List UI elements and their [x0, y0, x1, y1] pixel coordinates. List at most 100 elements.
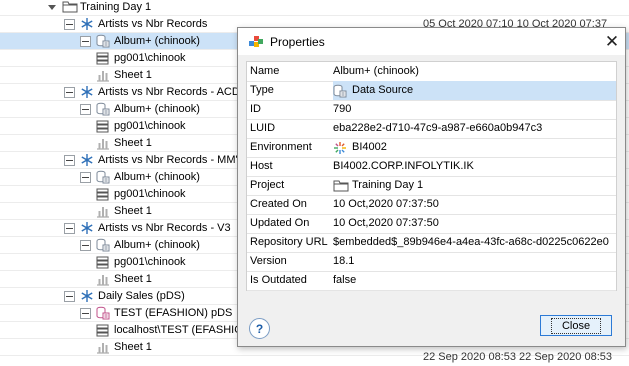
tree-row[interactable]: Training Day 1	[0, 0, 629, 16]
snowflake-icon	[80, 289, 94, 303]
property-key: Type	[250, 84, 274, 96]
tree-row-dates: 22 Sep 2020 08:53 22 Sep 2020 08:53	[423, 351, 613, 363]
tree-row-label: localhost\TEST (EFASHION)	[114, 323, 255, 336]
tree-row-label: Artists vs Nbr Records - V3	[98, 221, 231, 234]
folder-icon	[333, 179, 349, 193]
properties-app-icon	[248, 34, 264, 50]
property-row[interactable]: LUID eba228e2-d710-47c9-a987-e660a0b947c3	[247, 119, 616, 139]
tree-row-label: Sheet 1	[114, 340, 152, 353]
tree-row-label: Training Day 1	[80, 0, 152, 13]
sheet-icon	[96, 204, 110, 218]
datasource-icon	[333, 84, 347, 98]
collapse-toggle-icon[interactable]	[64, 222, 75, 234]
property-value: 10 Oct,2020 07:37:50	[333, 195, 616, 214]
tree-row-label: Sheet 1	[114, 136, 152, 149]
property-value: Album+ (chinook)	[333, 62, 616, 81]
property-key: Repository URL	[250, 236, 328, 248]
datasource-icon	[96, 170, 110, 184]
dialog-titlebar[interactable]: Properties ✕	[238, 28, 625, 55]
property-value-text: 790	[333, 103, 352, 115]
property-value: 790	[333, 100, 616, 119]
property-value-text: 18.1	[333, 255, 355, 267]
property-row[interactable]: Is Outdated false	[247, 271, 616, 291]
property-value: BI4002	[333, 138, 616, 157]
tree-row-label: pg001\chinook	[114, 255, 186, 268]
tree-row-label: Sheet 1	[114, 204, 152, 217]
help-button[interactable]: ?	[249, 318, 270, 339]
collapse-toggle-icon[interactable]	[80, 35, 91, 47]
property-row[interactable]: Type Data Source	[247, 81, 616, 101]
collapse-toggle-icon[interactable]	[64, 290, 75, 302]
property-row[interactable]: Host BI4002.CORP.INFOLYTIK.IK	[247, 157, 616, 177]
property-value: Data Source	[333, 81, 616, 100]
environment-icon	[333, 141, 347, 155]
property-value-text: Training Day 1	[352, 179, 424, 191]
property-row[interactable]: Project Training Day 1	[247, 176, 616, 196]
collapse-toggle-icon[interactable]	[80, 171, 91, 183]
collapse-toggle-icon[interactable]	[80, 239, 91, 251]
sheet-icon	[96, 68, 110, 82]
property-value: BI4002.CORP.INFOLYTIK.IK	[333, 157, 616, 176]
datasource-icon	[96, 102, 110, 116]
datasource-icon	[96, 34, 110, 48]
property-value: 10 Oct,2020 07:37:50	[333, 214, 616, 233]
sheet-icon	[96, 272, 110, 286]
property-key: LUID	[250, 122, 276, 134]
collapse-toggle-icon[interactable]	[64, 18, 75, 30]
collapse-toggle-icon[interactable]	[80, 103, 91, 115]
folder-icon	[62, 0, 78, 14]
tree-row-label: Sheet 1	[114, 68, 152, 81]
tree-row-label: Album+ (chinook)	[114, 238, 200, 251]
sheet-icon	[96, 136, 110, 150]
expand-arrow-icon[interactable]	[48, 4, 56, 10]
tree-row-label: TEST (EFASHION) pDS	[114, 306, 233, 319]
close-icon[interactable]: ✕	[599, 28, 625, 55]
property-value: Training Day 1	[333, 176, 616, 195]
datasource-pink-icon	[96, 306, 110, 320]
tree-row-label: Artists vs Nbr Records - ACDC	[98, 85, 248, 98]
collapse-toggle-icon[interactable]	[80, 307, 91, 319]
close-button-label: Close	[550, 317, 602, 334]
close-button[interactable]: Close	[540, 315, 612, 336]
sheet-icon	[96, 340, 110, 354]
property-key: Environment	[250, 141, 312, 153]
property-value: false	[333, 271, 616, 290]
property-value: eba228e2-d710-47c9-a987-e660a0b947c3	[333, 119, 616, 138]
property-row[interactable]: Repository URL $embedded$_89b946e4-a4ea-4…	[247, 233, 616, 253]
property-row[interactable]: Version 18.1	[247, 252, 616, 272]
server-icon	[96, 323, 110, 337]
tree-row-label: Sheet 1	[114, 272, 152, 285]
property-value-text: Data Source	[352, 84, 414, 96]
property-key: Version	[250, 255, 287, 267]
tree-row-label: Artists vs Nbr Records	[98, 17, 208, 30]
property-row[interactable]: Created On 10 Oct,2020 07:37:50	[247, 195, 616, 215]
snowflake-icon	[80, 17, 94, 31]
snowflake-icon	[80, 85, 94, 99]
tree-row-label: pg001\chinook	[114, 51, 186, 64]
property-value-text: 10 Oct,2020 07:37:50	[333, 217, 439, 229]
properties-table: Name Album+ (chinook) Type Data Source ID 790…	[246, 61, 617, 291]
property-row[interactable]: Environment BI4002	[247, 138, 616, 158]
tree-row-label: Album+ (chinook)	[114, 102, 200, 115]
datasource-icon	[96, 238, 110, 252]
tree-row-label: Album+ (chinook)	[114, 170, 200, 183]
property-key: ID	[250, 103, 261, 115]
tree-row-label: pg001\chinook	[114, 119, 186, 132]
snowflake-icon	[80, 153, 94, 167]
property-value: $embedded$_89b946e4-a4ea-43fc-a68c-d0225…	[333, 233, 616, 252]
property-row[interactable]: ID 790	[247, 100, 616, 120]
property-key: Updated On	[250, 217, 310, 229]
tree-row-label: pg001\chinook	[114, 187, 186, 200]
server-icon	[96, 255, 110, 269]
property-row[interactable]: Updated On 10 Oct,2020 07:37:50	[247, 214, 616, 234]
tree-row-label: Album+ (chinook)	[114, 34, 200, 47]
property-key: Is Outdated	[250, 274, 307, 286]
property-row[interactable]: Name Album+ (chinook)	[247, 62, 616, 82]
collapse-toggle-icon[interactable]	[64, 86, 75, 98]
property-key: Project	[250, 179, 285, 191]
property-value-text: BI4002.CORP.INFOLYTIK.IK	[333, 160, 474, 172]
property-key: Name	[250, 65, 280, 77]
tree-row-label: Artists vs Nbr Records - MM's	[98, 153, 244, 166]
collapse-toggle-icon[interactable]	[64, 154, 75, 166]
server-icon	[96, 51, 110, 65]
